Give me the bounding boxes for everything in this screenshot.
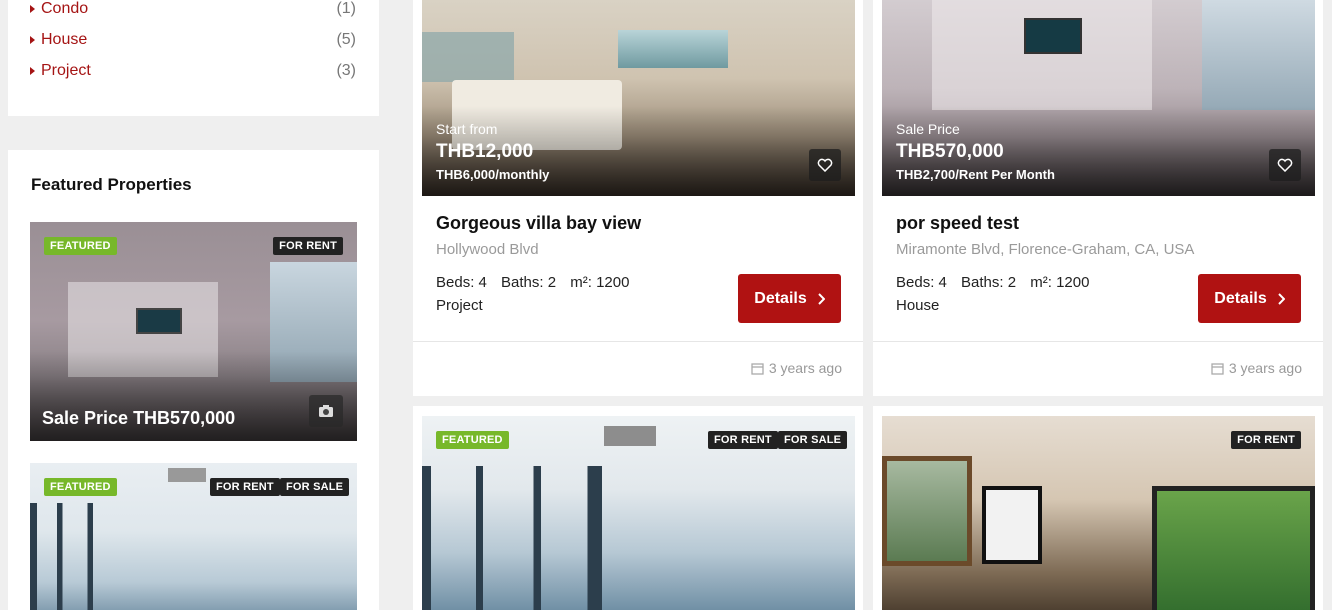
property-card: Sale Price THB570,000 THB2,700/Rent Per … [873,0,1323,396]
caret-right-icon [30,36,35,44]
beds: Beds: 4 [896,274,947,291]
for-sale-badge: FOR SALE [280,478,350,496]
featured-badge: FEATURED [44,478,117,496]
property-photo[interactable]: FOR RENT [882,416,1315,610]
featured-badge: FEATURED [44,237,117,255]
featured-badge: FEATURED [436,431,509,449]
camera-icon[interactable] [309,395,343,427]
posted-date-text: 3 years ago [768,360,842,376]
featured-property-thumb[interactable]: FEATURED FOR RENT Sale Price THB570,000 [30,222,357,441]
property-photo[interactable]: FEATURED FOR RENT FOR SALE [422,416,855,610]
chevron-right-icon [818,292,825,305]
for-sale-badge: FOR SALE [778,431,848,449]
details-label: Details [754,289,807,307]
heart-icon[interactable] [1269,149,1301,181]
ceiling-light-image [604,426,656,446]
area: m²: 1200 [570,274,630,291]
price-sub: THB6,000/monthly [436,167,550,182]
category-label[interactable]: Condo [41,0,336,18]
category-label[interactable]: House [41,31,336,49]
category-project[interactable]: Project (3) [30,60,356,82]
calendar-icon [1211,362,1224,375]
price-sub: THB2,700/Rent Per Month [896,167,1055,182]
area: m²: 1200 [1030,274,1090,291]
featured-price: Sale Price THB570,000 [42,408,236,428]
window-image [1202,0,1315,110]
property-title[interactable]: Gorgeous villa bay view [436,213,641,234]
wall-art-image [422,32,514,82]
calendar-icon [751,362,764,375]
for-rent-badge: FOR RENT [273,237,343,255]
category-widget: Condo (1) House (5) Project (3) [8,0,379,116]
property-photo[interactable]: Sale Price THB570,000 THB2,700/Rent Per … [882,0,1315,196]
window-frame-image [30,503,120,610]
posted-date: 3 years ago [1211,360,1302,376]
property-meta: Beds: 4 Baths: 2 m²: 1200 [896,274,1099,291]
property-type: Project [436,297,483,314]
chevron-right-icon [1278,292,1285,305]
caret-right-icon [30,5,35,13]
category-count: (3) [336,62,356,79]
wall-unit-image [932,0,1152,110]
property-address: Miramonte Blvd, Florence-Graham, CA, USA [896,241,1195,258]
category-condo[interactable]: Condo (1) [30,0,356,20]
beds: Beds: 4 [436,274,487,291]
price-label: Sale Price [896,121,960,137]
property-title[interactable]: por speed test [896,213,1019,234]
for-rent-badge: FOR RENT [708,431,778,449]
price: THB570,000 [896,141,1004,162]
baths: Baths: 2 [501,274,557,291]
property-card: FOR RENT [873,406,1323,610]
for-rent-badge: FOR RENT [210,478,280,496]
category-label[interactable]: Project [41,62,336,80]
category-house[interactable]: House (5) [30,29,356,51]
window-frame-image [422,466,602,610]
property-card: FEATURED FOR RENT FOR SALE [413,406,863,610]
featured-title: Featured Properties [31,175,192,194]
property-address: Hollywood Blvd [436,241,539,258]
featured-properties-widget: Featured Properties FEATURED FOR RENT Sa… [8,150,379,610]
window-image [618,30,728,68]
posted-date-text: 3 years ago [1228,360,1302,376]
category-count: (5) [336,31,356,48]
divider [873,341,1323,342]
price-label: Start from [436,121,498,137]
property-card: Start from THB12,000 THB6,000/monthly Go… [413,0,863,396]
caret-right-icon [30,67,35,75]
ceiling-light-image [168,468,206,482]
property-meta: Beds: 4 Baths: 2 m²: 1200 [436,274,639,291]
featured-property-thumb[interactable]: FEATURED FOR RENT FOR SALE [30,463,357,610]
divider [413,341,863,342]
property-type: House [896,297,940,314]
posted-date: 3 years ago [751,360,842,376]
price: THB12,000 [436,141,534,162]
property-photo[interactable]: Start from THB12,000 THB6,000/monthly [422,0,855,196]
heart-icon[interactable] [809,149,841,181]
for-rent-badge: FOR RENT [1231,431,1301,449]
details-button[interactable]: Details [738,274,841,323]
tv-image [136,308,182,334]
details-button[interactable]: Details [1198,274,1301,323]
category-count: (1) [336,0,356,17]
tv-image [1024,18,1082,54]
window-image [1152,486,1315,610]
details-label: Details [1214,289,1267,307]
baths: Baths: 2 [961,274,1017,291]
wall-photo-image [982,486,1042,564]
mirror-image [882,456,972,566]
